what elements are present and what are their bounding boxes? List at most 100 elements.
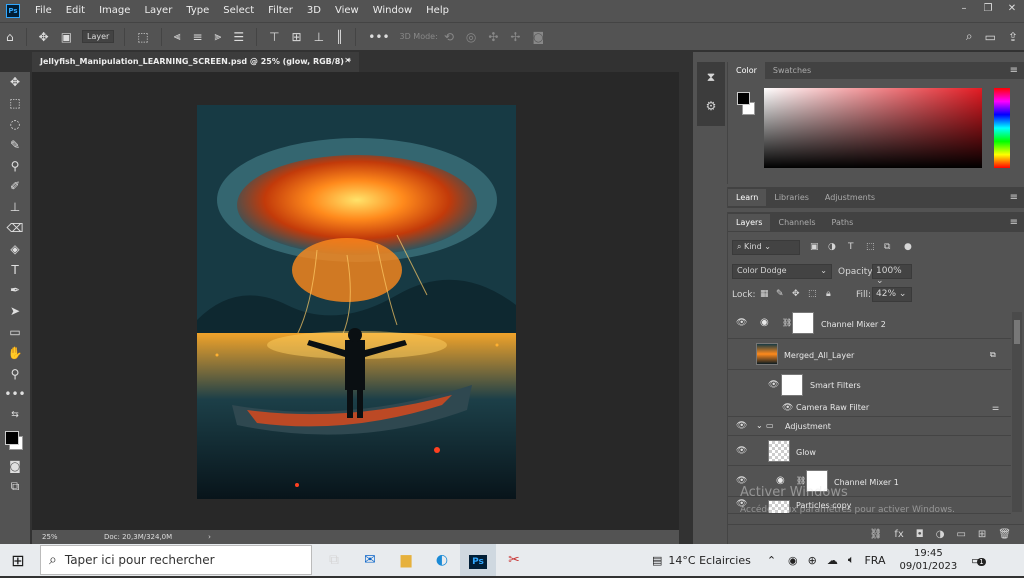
new-group-icon[interactable]: ▭	[956, 529, 965, 540]
3d-slide-icon[interactable]: ✢	[510, 30, 520, 44]
tab-channels[interactable]: Channels	[770, 214, 823, 231]
restore-icon[interactable]: ❐	[976, 0, 1000, 18]
menu-edit[interactable]: Edit	[59, 0, 92, 22]
artwork-image[interactable]	[197, 105, 516, 499]
3d-camera-icon[interactable]: ◙	[532, 30, 544, 44]
tab-layers[interactable]: Layers	[728, 213, 771, 231]
filter-type-icon[interactable]: T	[848, 242, 854, 252]
kind-filter-dropdown[interactable]: ⌕ Kind ⌄	[732, 240, 800, 255]
menu-filter[interactable]: Filter	[261, 0, 300, 22]
link-layers-icon[interactable]: ⛓︎	[870, 529, 883, 540]
new-adjustment-icon[interactable]: ◑	[936, 529, 945, 540]
lock-all-icon[interactable]: 🔒︎	[826, 289, 831, 299]
volume-icon[interactable]: 🔈︎	[848, 553, 855, 567]
distribute-icon[interactable]: ☰	[233, 30, 244, 44]
layer-row[interactable]: 👁︎ Smart Filters	[728, 370, 1011, 400]
marquee-tool-icon[interactable]: ⬚	[0, 93, 30, 114]
add-mask-icon[interactable]: ◘	[916, 529, 924, 540]
foreground-background-colors[interactable]	[0, 426, 30, 456]
screen-mode-icon[interactable]: ⧉	[0, 476, 30, 497]
status-arrow-icon[interactable]: ›	[208, 533, 211, 541]
language-indicator[interactable]: FRA	[864, 554, 885, 567]
share-icon[interactable]: ⇪	[1008, 30, 1018, 44]
pen-tool-icon[interactable]: ✒	[0, 280, 30, 301]
foreground-swatch[interactable]	[737, 92, 750, 105]
layer-row[interactable]: 👁︎ ⌄ ▭ Adjustment	[728, 417, 1011, 436]
home-icon[interactable]: ⌂	[6, 30, 14, 44]
color-field[interactable]	[764, 88, 982, 168]
properties-icon[interactable]: ⚙	[697, 99, 725, 113]
network-icon[interactable]: ⊕	[808, 554, 817, 567]
quick-select-tool-icon[interactable]: ✎	[0, 134, 30, 155]
edge-icon[interactable]: ◐	[424, 552, 460, 568]
panel-menu-icon[interactable]: ≡	[1010, 217, 1018, 228]
lock-position-icon[interactable]: ✥	[792, 289, 800, 299]
3d-roll-icon[interactable]: ◎	[466, 30, 476, 44]
filter-toggle-icon[interactable]: ●	[904, 242, 912, 252]
menu-select[interactable]: Select	[216, 0, 261, 22]
type-tool-icon[interactable]: T	[0, 259, 30, 280]
filter-options-icon[interactable]: ⚌	[992, 403, 999, 412]
hue-slider[interactable]	[994, 88, 1010, 168]
opacity-input[interactable]: 100% ⌄	[872, 264, 912, 286]
tab-swatches[interactable]: Swatches	[765, 62, 819, 79]
transform-controls-icon[interactable]: ⬚	[137, 30, 148, 44]
align-left-icon[interactable]: ⫷	[174, 29, 181, 44]
mail-icon[interactable]: ✉	[352, 552, 388, 568]
eye-icon[interactable]: 👁︎	[768, 380, 779, 390]
windows-start-icon[interactable]: ⊞	[0, 551, 36, 570]
menu-file[interactable]: File	[28, 0, 59, 22]
eye-icon[interactable]: 👁︎	[782, 403, 793, 413]
clock[interactable]: 19:45 09/01/2023	[900, 547, 958, 573]
eye-icon[interactable]: 👁︎	[736, 318, 747, 328]
menu-layer[interactable]: Layer	[137, 0, 179, 22]
tab-adjustments[interactable]: Adjustments	[817, 189, 883, 206]
lasso-tool-icon[interactable]: ◌	[0, 114, 30, 135]
layer-row[interactable]: 👁︎ ◉ ⛓︎ Channel Mixer 2	[728, 308, 1011, 339]
tab-libraries[interactable]: Libraries	[766, 189, 817, 206]
close-tab-icon[interactable]: ✕	[344, 56, 351, 65]
lock-artboard-icon[interactable]: ⬚	[808, 289, 817, 299]
meet-now-icon[interactable]: ◉	[788, 554, 798, 567]
menu-type[interactable]: Type	[179, 0, 216, 22]
align-bottom-icon[interactable]: ⊥	[314, 30, 324, 44]
eraser-tool-icon[interactable]: ⌫	[0, 218, 30, 239]
layer-row[interactable]: 👁︎ Camera Raw Filter ⚌	[728, 400, 1011, 417]
filter-shape-icon[interactable]: ⬚	[866, 242, 875, 252]
news-icon[interactable]: ▤	[652, 554, 662, 567]
task-view-icon[interactable]: ⧉	[316, 552, 352, 568]
menu-help[interactable]: Help	[419, 0, 456, 22]
layer-select-dropdown[interactable]: Layer	[82, 30, 115, 43]
3d-pan-icon[interactable]: ✣	[488, 30, 498, 44]
3d-orbit-icon[interactable]: ⟲	[444, 30, 454, 44]
weather-text[interactable]: 14°C Eclaircies	[668, 554, 750, 567]
zoom-tool-icon[interactable]: ⚲	[0, 363, 30, 384]
workspace-icon[interactable]: ▭	[985, 30, 996, 44]
minimize-icon[interactable]: –	[952, 0, 976, 18]
brush-tool-icon[interactable]: ✐	[0, 176, 30, 197]
menu-view[interactable]: View	[328, 0, 366, 22]
layer-row[interactable]: Merged_All_Layer ⧉	[728, 339, 1011, 370]
panel-menu-icon[interactable]: ≡	[1010, 192, 1018, 203]
eye-icon[interactable]: 👁︎	[736, 421, 747, 431]
swap-colors-icon[interactable]: ⇆	[0, 405, 30, 426]
photoshop-taskbar-icon[interactable]: Ps	[460, 544, 496, 576]
tab-learn[interactable]: Learn	[728, 189, 767, 206]
eye-icon[interactable]: 👁︎	[736, 446, 747, 456]
edit-toolbar-icon[interactable]: •••	[0, 384, 30, 405]
history-icon[interactable]: ⧗	[697, 70, 725, 85]
lock-transparent-icon[interactable]: ▦	[760, 289, 769, 299]
menu-3d[interactable]: 3D	[300, 0, 328, 22]
layer-row[interactable]: 👁︎ Glow	[728, 436, 1011, 466]
paint-bucket-tool-icon[interactable]: ◈	[0, 238, 30, 259]
new-layer-icon[interactable]: ⊞	[978, 529, 986, 540]
snipping-tool-icon[interactable]: ✂	[496, 552, 532, 568]
more-options-icon[interactable]: •••	[368, 30, 389, 44]
panel-menu-icon[interactable]: ≡	[1010, 65, 1018, 76]
align-top-icon[interactable]: ⊤	[269, 30, 279, 44]
align-right-icon[interactable]: ⫸	[215, 29, 222, 44]
blend-mode-dropdown[interactable]: Color Dodge ⌄	[732, 264, 832, 279]
stamp-tool-icon[interactable]: ⊥	[0, 197, 30, 218]
fx-icon[interactable]: fx	[894, 529, 903, 540]
hand-tool-icon[interactable]: ✋	[0, 342, 30, 363]
